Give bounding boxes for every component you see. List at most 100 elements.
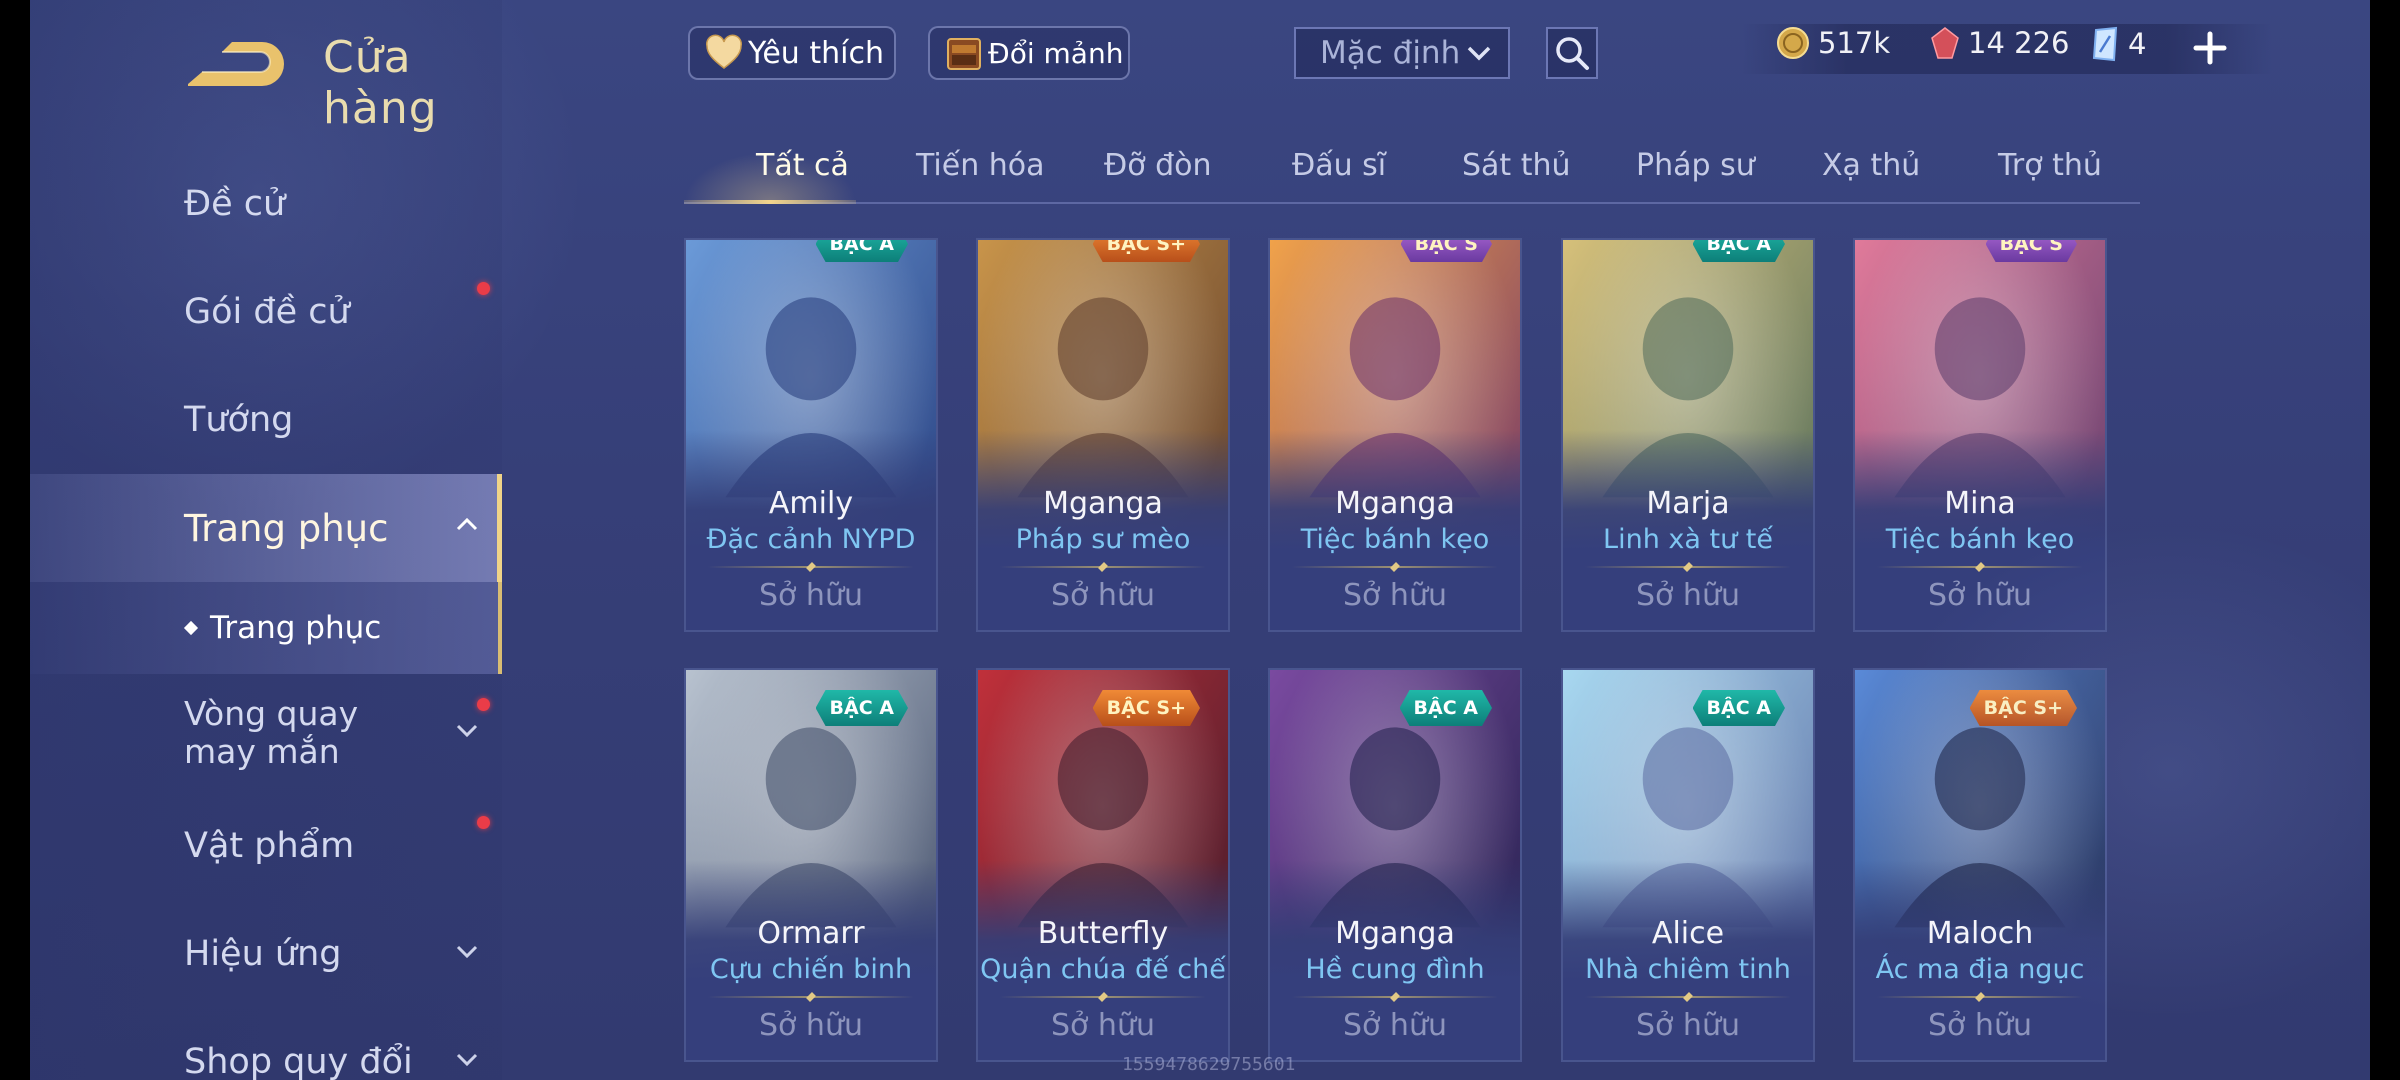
search-icon (1556, 37, 1589, 70)
sidebar-item-exchange-shop[interactable]: Shop quy đổi (30, 1008, 502, 1080)
skin-name: Đặc cảnh NYPD (706, 524, 916, 555)
sidebar-menu: Đề cử Gói đề cử Tướng Trang phục Trang phục V… (30, 150, 502, 1080)
tab-all[interactable]: Tất cả (756, 148, 849, 183)
skin-card[interactable]: BẬC A Amily Đặc cảnh NYPD Sở hữu (684, 238, 938, 632)
tab-mage[interactable]: Pháp sư (1636, 148, 1755, 183)
card-divider (1585, 566, 1791, 568)
tier-badge: BẬC A (1693, 690, 1785, 726)
store-screen: Cửa hàng Đề cử Gói đề cử Tướng Trang phục Tr… (30, 0, 2370, 1080)
hero-name: Mganga (1335, 916, 1455, 951)
tab-support[interactable]: Trợ thủ (1998, 148, 2102, 183)
tier-badge: BẬC S+ (1093, 690, 1200, 726)
sidebar: Cửa hàng Đề cử Gói đề cử Tướng Trang phục Tr… (30, 0, 502, 1080)
hero-name: Butterfly (1037, 916, 1169, 951)
sidebar-item-label: Hiệu ứng (184, 934, 342, 974)
active-tab-underline (684, 200, 856, 204)
tier-badge: BẬC A (1400, 690, 1492, 726)
card-ticket-icon (2092, 26, 2118, 62)
card-currency: 4 (2090, 26, 2146, 62)
add-currency-button[interactable] (2192, 30, 2228, 66)
sidebar-item-label: Trang phục (184, 506, 389, 550)
sidebar-item-label: Trang phục (210, 610, 382, 646)
hero-name: Alice (1651, 916, 1725, 951)
category-tabs: Tất cả Tiến hóa Đỡ đòn Đấu sĩ Sát thủ Pháp sư… (684, 140, 2140, 204)
sort-dropdown[interactable]: Mặc định (1294, 27, 1510, 79)
hero-name: Maloch (1926, 916, 2034, 951)
card-divider (1292, 566, 1498, 568)
card-divider (1000, 996, 1206, 998)
tier-badge: BẬC S+ (1970, 690, 2077, 726)
back-button[interactable] (182, 34, 292, 90)
tier-badge: BẬC A (816, 238, 908, 262)
tier-badge: BẬC S (1401, 238, 1492, 262)
sidebar-item-label: Tướng (184, 400, 294, 440)
card-divider (708, 566, 914, 568)
tab-evolution[interactable]: Tiến hóa (916, 148, 1045, 183)
skin-card[interactable]: BẬC S Mganga Tiệc bánh kẹo Sở hữu (1268, 238, 1522, 632)
card-divider (1877, 566, 2083, 568)
skin-name: Ác ma địa ngục (1875, 954, 2085, 985)
owned-status: Sở hữu (759, 1008, 863, 1043)
sidebar-item-skins-sub[interactable]: Trang phục (30, 582, 502, 674)
tier-badge: BẬC A (816, 690, 908, 726)
owned-status: Sở hữu (1636, 1008, 1740, 1043)
back-arrow-icon (188, 42, 284, 86)
owned-status: Sở hữu (1051, 578, 1155, 613)
hero-name: Ormarr (757, 916, 865, 951)
sidebar-item-label: Vòng quay may mắn (184, 694, 359, 771)
skin-card[interactable]: BẬC S+ Butterfly Quận chúa đế chế Sở hữu (976, 668, 1230, 1062)
chevron-down-icon (1467, 46, 1491, 61)
chevron-down-icon (456, 945, 478, 959)
bullet-icon (183, 620, 199, 636)
search-button[interactable] (1546, 27, 1598, 79)
sidebar-item-label: Gói đề cử (184, 292, 350, 332)
card-divider (1000, 566, 1206, 568)
owned-status: Sở hữu (1343, 1008, 1447, 1043)
sidebar-item-lucky-spin[interactable]: Vòng quay may mắn (30, 674, 502, 792)
tier-badge: BẬC S (1986, 238, 2077, 262)
skin-name: Tiệc bánh kẹo (1300, 524, 1490, 555)
sidebar-item-effects[interactable]: Hiệu ứng (30, 900, 502, 1008)
chevron-down-icon (456, 724, 478, 738)
page-title: Cửa hàng (323, 32, 438, 134)
hero-name: Mganga (1335, 486, 1455, 521)
skin-name: Linh xà tư tế (1603, 524, 1773, 555)
tab-assassin[interactable]: Sát thủ (1462, 148, 1571, 183)
skin-card[interactable]: BẬC S Mina Tiệc bánh kẹo Sở hữu (1853, 238, 2107, 632)
tab-tank[interactable]: Đỡ đòn (1104, 148, 1212, 183)
skin-card[interactable]: BẬC A Marja Linh xà tư tế Sở hữu (1561, 238, 1815, 632)
owned-status: Sở hữu (1343, 578, 1447, 613)
sidebar-item-recommended[interactable]: Đề cử (30, 150, 502, 258)
skin-card[interactable]: BẬC S+ Mganga Pháp sư mèo Sở hữu (976, 238, 1230, 632)
favorite-label: Yêu thích (748, 35, 884, 71)
card-divider (1877, 996, 2083, 998)
skin-card[interactable]: BẬC A Alice Nhà chiêm tinh Sở hữu (1561, 668, 1815, 1062)
skin-name: Quận chúa đế chế (980, 954, 1226, 985)
shard-exchange-button[interactable]: Đổi mảnh (928, 26, 1130, 80)
owned-status: Sở hữu (1636, 578, 1740, 613)
sidebar-item-items[interactable]: Vật phẩm (30, 792, 502, 900)
shard-exchange-label: Đổi mảnh (988, 36, 1124, 70)
card-divider (1292, 996, 1498, 998)
skin-name: Cựu chiến binh (709, 954, 913, 985)
gold-coin-icon (1777, 27, 1809, 59)
gold-currency: 517k (1776, 26, 1890, 60)
skin-card[interactable]: BẬC A Ormarr Cựu chiến binh Sở hữu (684, 668, 938, 1062)
sidebar-item-heroes[interactable]: Tướng (30, 366, 502, 474)
sidebar-item-recommended-packs[interactable]: Gói đề cử (30, 258, 502, 366)
ruby-voucher-icon (1931, 27, 1959, 59)
voucher-amount: 14 226 (1968, 26, 2070, 60)
owned-status: Sở hữu (1928, 1008, 2032, 1043)
skin-card[interactable]: BẬC A Mganga Hề cung đình Sở hữu (1268, 668, 1522, 1062)
tab-fighter[interactable]: Đấu sĩ (1292, 148, 1386, 183)
tier-badge: BẬC A (1693, 238, 1785, 262)
notification-dot (477, 282, 490, 295)
sidebar-item-skins[interactable]: Trang phục (30, 474, 502, 582)
skin-name: Pháp sư mèo (1015, 524, 1191, 555)
skin-card[interactable]: BẬC S+ Maloch Ác ma địa ngục Sở hữu (1853, 668, 2107, 1062)
tab-marksman[interactable]: Xạ thủ (1822, 148, 1920, 183)
favorite-button[interactable]: Yêu thích (688, 26, 896, 80)
hero-name: Amily (768, 486, 854, 521)
sidebar-item-label: Đề cử (184, 184, 286, 224)
sidebar-item-label: Vật phẩm (184, 826, 355, 866)
